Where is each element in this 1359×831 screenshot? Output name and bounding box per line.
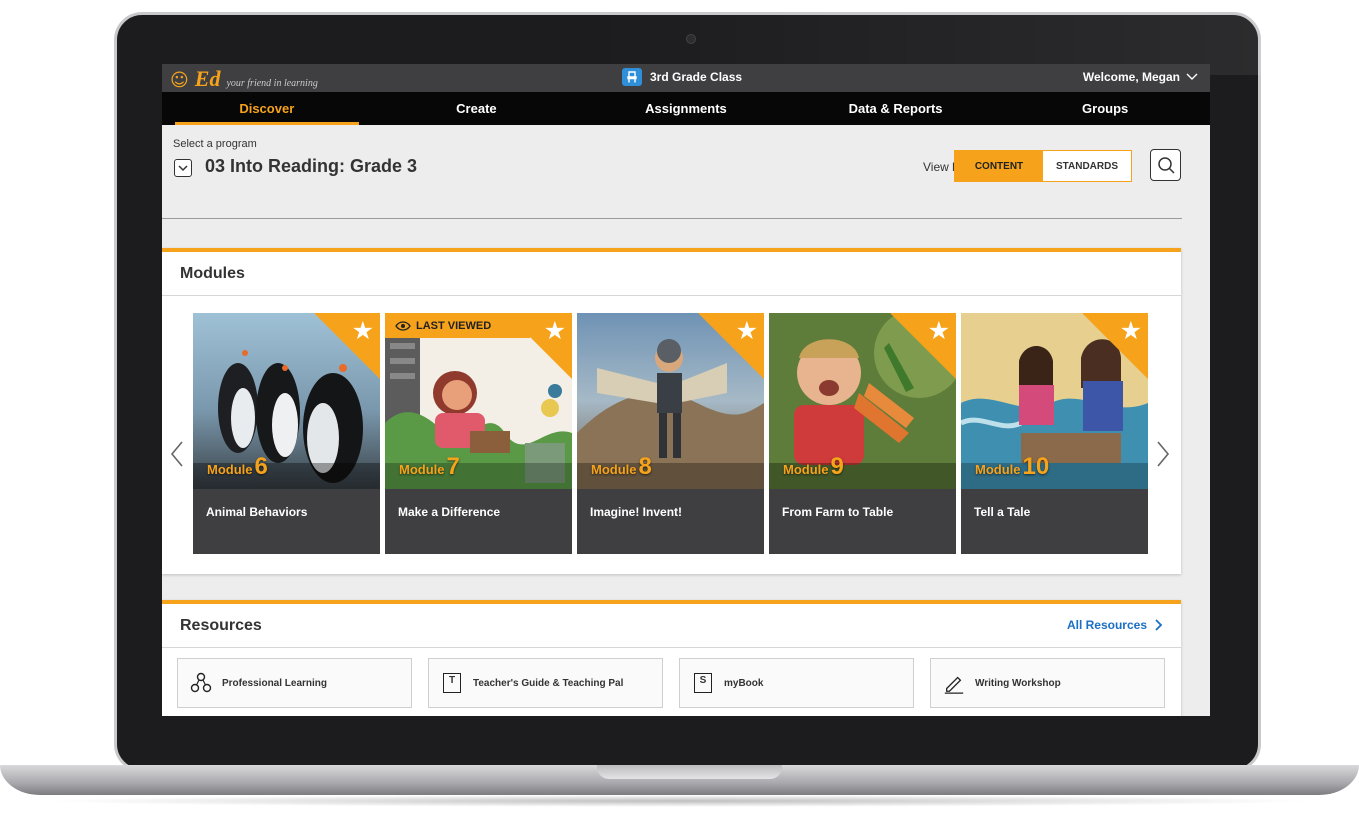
chevron-right-icon bbox=[1157, 441, 1170, 467]
logo-tagline: your friend in learning bbox=[226, 78, 318, 89]
pencil-icon bbox=[943, 672, 965, 694]
resource-label: Professional Learning bbox=[222, 677, 328, 689]
last-viewed-badge: LAST VIEWED bbox=[385, 313, 530, 338]
resources-panel: Resources All Resources Professional Lea… bbox=[162, 600, 1181, 716]
laptop-shadow bbox=[40, 795, 1319, 807]
program-label: Select a program bbox=[173, 138, 257, 150]
carousel-prev-button[interactable] bbox=[170, 440, 184, 475]
all-resources-link[interactable]: All Resources bbox=[1067, 618, 1163, 632]
laptop-notch bbox=[597, 765, 782, 779]
resource-label: myBook bbox=[724, 677, 764, 689]
chevron-down-icon bbox=[178, 164, 188, 171]
nav-assignments[interactable]: Assignments bbox=[581, 92, 791, 125]
module-title: Imagine! Invent! bbox=[590, 505, 683, 519]
module-number: Module 7 bbox=[399, 453, 460, 480]
program-dropdown-button[interactable] bbox=[174, 159, 192, 177]
resource-professional-learning[interactable]: Professional Learning bbox=[177, 658, 412, 708]
modules-heading: Modules bbox=[162, 252, 1181, 296]
carousel-next-button[interactable] bbox=[1156, 440, 1170, 475]
module-title: From Farm to Table bbox=[782, 505, 894, 519]
module-card[interactable]: ★ Module 10 Tell a Tale bbox=[961, 313, 1148, 554]
nav-discover[interactable]: Discover bbox=[162, 92, 372, 125]
resource-teachers-guide[interactable]: T Teacher's Guide & Teaching Pal bbox=[428, 658, 663, 708]
nav-data-reports[interactable]: Data & Reports bbox=[791, 92, 1001, 125]
camera-icon bbox=[686, 34, 696, 44]
nav-groups[interactable]: Groups bbox=[1000, 92, 1210, 125]
top-bar: ☺ Ed your friend in learning 3rd Grade C… bbox=[162, 64, 1210, 92]
star-icon[interactable]: ★ bbox=[352, 316, 374, 345]
classroom-chair-icon bbox=[622, 68, 642, 86]
main-nav: Discover Create Assignments Data & Repor… bbox=[162, 92, 1210, 125]
module-title: Tell a Tale bbox=[974, 505, 1031, 519]
module-number: Module 10 bbox=[975, 453, 1050, 480]
modules-panel: Modules ★ Module 6 Animal Behaviors ★ LA… bbox=[162, 248, 1181, 574]
class-name: 3rd Grade Class bbox=[650, 70, 743, 84]
module-number: Module 6 bbox=[207, 453, 268, 480]
book-s-icon: S bbox=[692, 672, 714, 694]
user-menu[interactable]: Welcome, Megan bbox=[1083, 70, 1198, 84]
resource-writing-workshop[interactable]: Writing Workshop bbox=[930, 658, 1165, 708]
module-number: Module 9 bbox=[783, 453, 844, 480]
module-title: Animal Behaviors bbox=[206, 505, 308, 519]
search-icon bbox=[1157, 157, 1175, 174]
star-icon[interactable]: ★ bbox=[1120, 316, 1142, 345]
star-icon[interactable]: ★ bbox=[928, 316, 950, 345]
resource-mybook[interactable]: S myBook bbox=[679, 658, 914, 708]
program-title[interactable]: 03 Into Reading: Grade 3 bbox=[205, 156, 417, 177]
view-toggle: CONTENT STANDARDS bbox=[954, 150, 1132, 182]
program-bar: Select a program 03 Into Reading: Grade … bbox=[162, 125, 1210, 221]
module-number: Module 8 bbox=[591, 453, 652, 480]
app-screen: ☺ Ed your friend in learning 3rd Grade C… bbox=[162, 64, 1210, 716]
logo-text: Ed bbox=[194, 66, 221, 91]
ed-logo[interactable]: ☺ Ed your friend in learning bbox=[170, 66, 318, 92]
sun-face-icon: ☺ bbox=[170, 70, 189, 91]
module-card[interactable]: ★ Module 8 Imagine! Invent! bbox=[577, 313, 764, 554]
chevron-left-icon bbox=[170, 441, 183, 467]
module-card[interactable]: ★ Module 6 Animal Behaviors bbox=[193, 313, 380, 554]
resources-heading: Resources All Resources bbox=[162, 604, 1181, 648]
nav-create[interactable]: Create bbox=[372, 92, 582, 125]
star-icon[interactable]: ★ bbox=[736, 316, 758, 345]
search-button[interactable] bbox=[1150, 149, 1181, 181]
eye-icon bbox=[395, 320, 411, 331]
divider bbox=[162, 218, 1182, 219]
module-title: Make a Difference bbox=[398, 505, 501, 519]
resource-label: Teacher's Guide & Teaching Pal bbox=[473, 677, 624, 689]
module-card[interactable]: ★ LAST VIEWED Module 7 Make a Difference bbox=[385, 313, 572, 554]
welcome-text: Welcome, Megan bbox=[1082, 70, 1180, 84]
chevron-right-icon bbox=[1155, 619, 1163, 631]
chevron-down-icon bbox=[1186, 70, 1198, 84]
resource-label: Writing Workshop bbox=[975, 677, 1061, 689]
book-t-icon: T bbox=[441, 672, 463, 694]
view-content-button[interactable]: CONTENT bbox=[955, 151, 1043, 181]
people-network-icon bbox=[190, 672, 212, 694]
module-card[interactable]: ★ Module 9 From Farm to Table bbox=[769, 313, 956, 554]
view-standards-button[interactable]: STANDARDS bbox=[1043, 151, 1131, 181]
class-selector[interactable]: 3rd Grade Class bbox=[622, 68, 742, 86]
star-icon[interactable]: ★ bbox=[544, 316, 566, 345]
